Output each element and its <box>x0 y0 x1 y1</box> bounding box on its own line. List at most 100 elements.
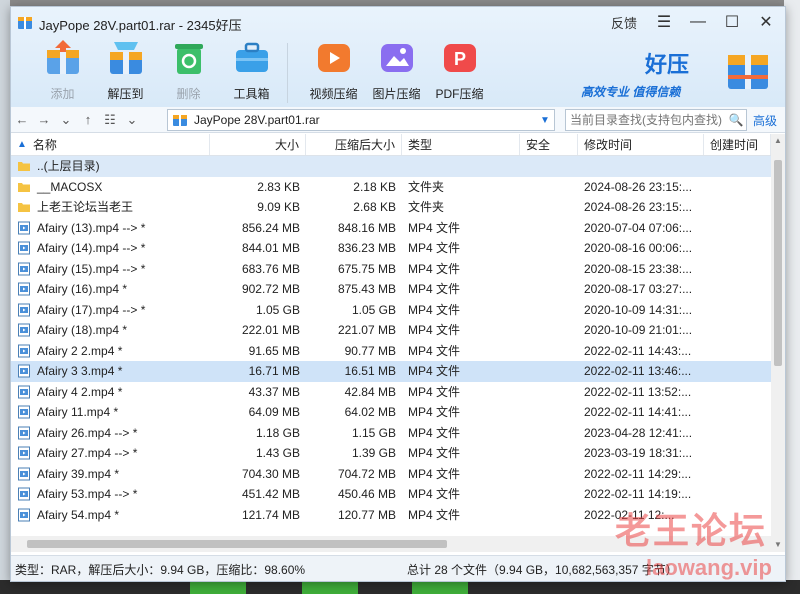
cell-size: 451.42 MB <box>241 487 300 501</box>
table-row[interactable]: Afairy 26.mp4 --> * 1.18 GB 1.15 GB MP4 文件 2… <box>11 423 771 444</box>
path-dropdown-icon[interactable]: ▼ <box>536 115 554 126</box>
cell-type: MP4 文件 <box>408 241 461 255</box>
list-body: ..(上层目录) __MACOSX 2.83 KB 2.18 KB 文件夹 2024-08… <box>11 156 771 525</box>
cell-modified: 2023-04-28 12:41:... <box>584 425 693 440</box>
column-header-type[interactable]: 类型 <box>402 134 520 155</box>
cell-security <box>520 218 578 239</box>
table-row[interactable]: Afairy (13).mp4 --> * 856.24 MB 848.16 MB M… <box>11 218 771 239</box>
feedback-link[interactable]: 反馈 <box>611 13 637 32</box>
video-compress-label: 视频压缩 <box>309 87 358 101</box>
table-row[interactable]: Afairy 27.mp4 --> * 1.43 GB 1.39 GB MP4 文件 2… <box>11 443 771 464</box>
toolbox-button[interactable]: 工具箱 <box>220 37 283 103</box>
file-list: ▲ 名称 大小 压缩后大小 类型 安全 修改时间 创建时间 ..(上层目录) __M… <box>11 134 771 552</box>
table-row[interactable]: Afairy (14).mp4 --> * 844.01 MB 836.23 MB M… <box>11 238 771 259</box>
file-name: Afairy (15).mp4 --> * <box>37 261 146 276</box>
cell-type: MP4 文件 <box>408 446 461 460</box>
table-row[interactable]: Afairy 11.mp4 * 64.09 MB 64.02 MB MP4 文件 202… <box>11 402 771 423</box>
cell-compressed: 675.75 MB <box>337 261 396 276</box>
taskbar-background <box>0 580 800 594</box>
cell-compressed <box>306 156 402 177</box>
close-button[interactable]: ✕ <box>755 11 777 33</box>
scroll-up-icon[interactable]: ▲ <box>771 134 785 148</box>
vertical-scrollbar[interactable]: ▲ ▼ <box>771 134 785 552</box>
back-arrow-icon[interactable]: ← <box>11 109 33 131</box>
toolbox-label: 工具箱 <box>233 87 270 101</box>
history-dropdown-icon[interactable]: ⌄ <box>55 109 77 131</box>
cell-security <box>520 484 578 505</box>
cell-created <box>704 300 771 321</box>
cell-type <box>402 156 520 177</box>
cell-created <box>704 156 771 177</box>
scroll-down-icon[interactable]: ▼ <box>771 538 785 552</box>
cell-security <box>520 177 578 198</box>
title-bar: JayPope 28V.part01.rar - 2345好压 反馈 ☰ — ☐… <box>11 7 785 107</box>
column-header-created[interactable]: 创建时间 <box>704 134 771 155</box>
advanced-search-link[interactable]: 高级 <box>753 112 777 129</box>
horizontal-scrollbar-thumb[interactable] <box>27 540 447 548</box>
cell-compressed: 836.23 MB <box>337 241 396 255</box>
add-button[interactable]: 添加 <box>31 37 94 103</box>
image-compress-button[interactable]: 图片压缩 <box>365 37 428 103</box>
table-row[interactable]: Afairy (17).mp4 --> * 1.05 GB 1.05 GB MP4 文… <box>11 300 771 321</box>
cell-security <box>520 402 578 423</box>
cell-modified: 2020-10-09 14:31:... <box>584 302 693 317</box>
cell-compressed: 1.39 GB <box>351 446 396 460</box>
cell-size: 1.05 GB <box>255 302 300 317</box>
table-row[interactable]: 上老王论坛当老王 9.09 KB 2.68 KB 文件夹 2024-08-26 23:1… <box>11 197 771 218</box>
pdf-compress-label: PDF压缩 <box>435 87 484 101</box>
view-dropdown-icon[interactable]: ⌄ <box>121 109 143 131</box>
cell-compressed: 450.46 MB <box>337 487 396 501</box>
extract-button[interactable]: 解压到 <box>94 37 157 103</box>
background-tile <box>190 580 246 594</box>
cell-type: MP4 文件 <box>408 302 461 317</box>
column-header-modified[interactable]: 修改时间 <box>578 134 704 155</box>
window-controls: 反馈 ☰ — ☐ ✕ <box>611 11 777 33</box>
delete-button[interactable]: 删除 <box>157 37 220 103</box>
column-header-name[interactable]: ▲ 名称 <box>11 134 210 155</box>
cell-size: 704.30 MB <box>241 466 300 481</box>
up-arrow-icon[interactable]: ↑ <box>77 109 99 131</box>
cell-size: 9.09 KB <box>257 200 300 214</box>
cell-created <box>704 259 771 280</box>
status-archive-info: 类型：RAR，解压后大小：9.94 GB，压缩比：98.60% <box>15 563 306 577</box>
desktop-background-right <box>784 0 800 594</box>
add-box-icon <box>42 37 84 79</box>
view-mode-icon[interactable]: ☷ <box>99 109 121 131</box>
table-row[interactable]: Afairy 4 2.mp4 * 43.37 MB 42.84 MB MP4 文件 20… <box>11 382 771 403</box>
table-row[interactable]: Afairy (15).mp4 --> * 683.76 MB 675.75 MB M… <box>11 259 771 280</box>
forward-arrow-icon[interactable]: → <box>33 109 55 131</box>
cell-security <box>520 279 578 300</box>
minimize-button[interactable]: — <box>687 11 709 33</box>
search-icon[interactable]: 🔍 <box>726 113 746 127</box>
cell-created <box>704 238 771 259</box>
table-row[interactable]: ..(上层目录) <box>11 156 771 177</box>
search-field[interactable]: 🔍 <box>565 109 747 131</box>
folder-icon <box>18 162 30 172</box>
table-row[interactable]: Afairy 2 2.mp4 * 91.65 MB 90.77 MB MP4 文件 20… <box>11 341 771 362</box>
pdf-compress-button[interactable]: P PDF压缩 <box>428 37 491 103</box>
cell-name: Afairy (15).mp4 --> * <box>11 259 210 280</box>
column-header-size[interactable]: 大小 <box>210 134 306 155</box>
column-header-security[interactable]: 安全 <box>520 134 578 155</box>
cell-size: 16.71 MB <box>248 364 300 378</box>
cell-security <box>520 156 578 177</box>
table-row[interactable]: __MACOSX 2.83 KB 2.18 KB 文件夹 2024-08-26 23:1… <box>11 177 771 198</box>
video-compress-button[interactable]: 视频压缩 <box>302 37 365 103</box>
cell-security <box>520 361 578 382</box>
column-header-compressed[interactable]: 压缩后大小 <box>306 134 402 155</box>
table-row[interactable]: Afairy 3 3.mp4 * 16.71 MB 16.51 MB MP4 文件 20… <box>11 361 771 382</box>
table-row[interactable]: Afairy (18).mp4 * 222.01 MB 221.07 MB MP4 文… <box>11 320 771 341</box>
menu-icon[interactable]: ☰ <box>653 11 675 33</box>
table-row[interactable]: Afairy (16).mp4 * 902.72 MB 875.43 MB MP4 文… <box>11 279 771 300</box>
extract-box-icon <box>105 37 147 79</box>
video-file-icon <box>18 344 30 358</box>
maximize-button[interactable]: ☐ <box>721 11 743 33</box>
cell-modified: 2020-08-16 00:06:... <box>584 241 693 255</box>
cell-type: MP4 文件 <box>408 507 461 522</box>
scrollbar-thumb[interactable] <box>774 160 782 366</box>
path-field[interactable]: JayPope 28V.part01.rar ▼ <box>167 109 555 131</box>
search-input[interactable] <box>566 113 726 127</box>
table-row[interactable]: Afairy 39.mp4 * 704.30 MB 704.72 MB MP4 文件 2… <box>11 464 771 485</box>
cell-size: 844.01 MB <box>241 241 300 255</box>
video-file-icon <box>18 364 30 378</box>
